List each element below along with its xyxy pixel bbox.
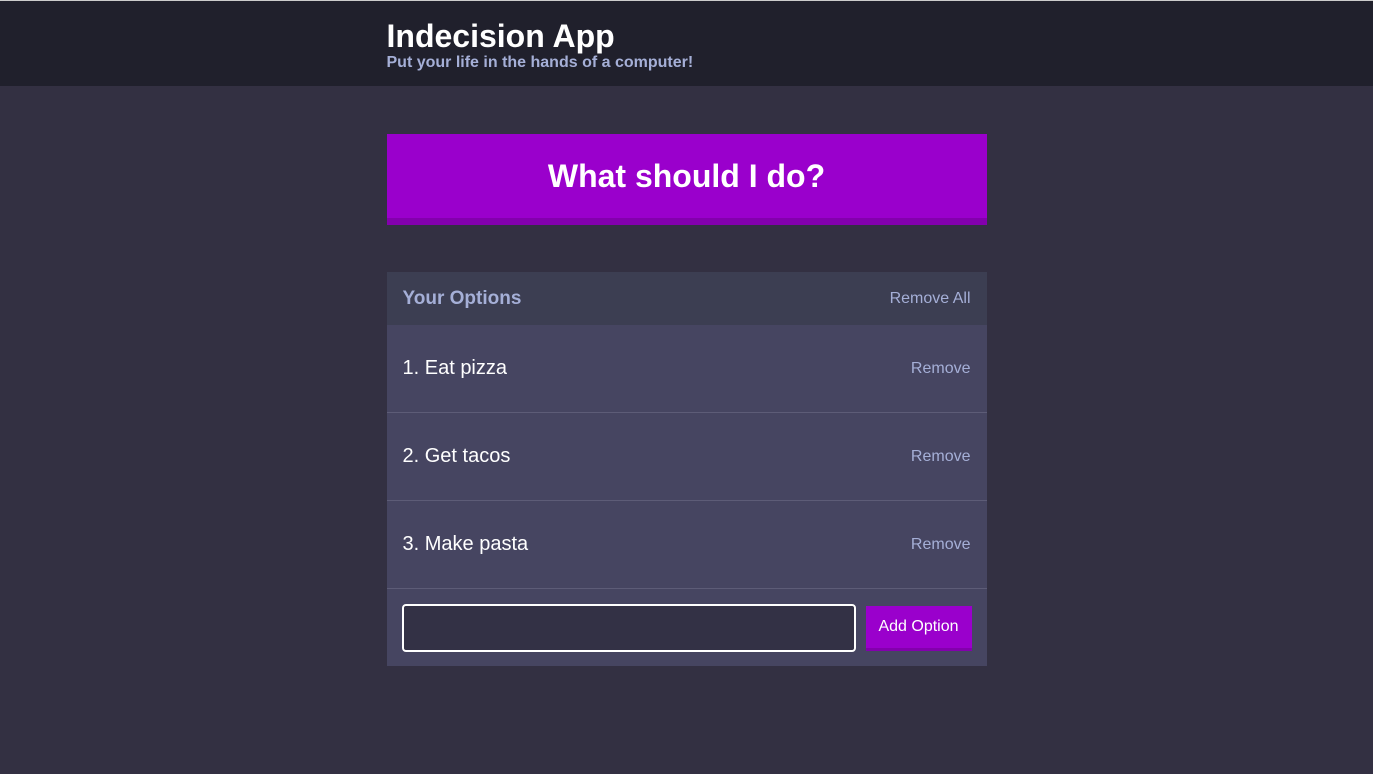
option-text: 3. Make pasta	[402, 533, 529, 555]
list-item: 1. Eat pizza Remove	[386, 325, 987, 413]
app-subtitle: Put your life in the hands of a computer…	[386, 54, 694, 71]
options-widget: Your Options Remove All 1. Eat pizza Rem…	[386, 272, 987, 666]
options-title: Your Options	[402, 287, 522, 309]
remove-option-button[interactable]: Remove	[911, 448, 971, 466]
app-title: Indecision App	[386, 18, 615, 54]
option-input[interactable]	[401, 604, 856, 652]
option-text: 2. Get tacos	[402, 445, 511, 467]
main-content: What should I do? Your Options Remove Al…	[386, 134, 987, 666]
remove-option-button[interactable]: Remove	[911, 536, 971, 554]
what-should-i-do-button[interactable]: What should I do?	[386, 134, 987, 225]
option-text: 1. Eat pizza	[402, 357, 508, 379]
app-header: Indecision App Put your life in the hand…	[0, 0, 1373, 86]
list-item: 3. Make pasta Remove	[386, 501, 987, 589]
add-option-button[interactable]: Add Option	[865, 605, 972, 651]
remove-option-button[interactable]: Remove	[911, 360, 971, 378]
list-item: 2. Get tacos Remove	[386, 413, 987, 501]
add-option-form: Add Option	[387, 589, 987, 666]
remove-all-button[interactable]: Remove All	[890, 290, 971, 308]
options-header: Your Options Remove All	[386, 272, 987, 325]
